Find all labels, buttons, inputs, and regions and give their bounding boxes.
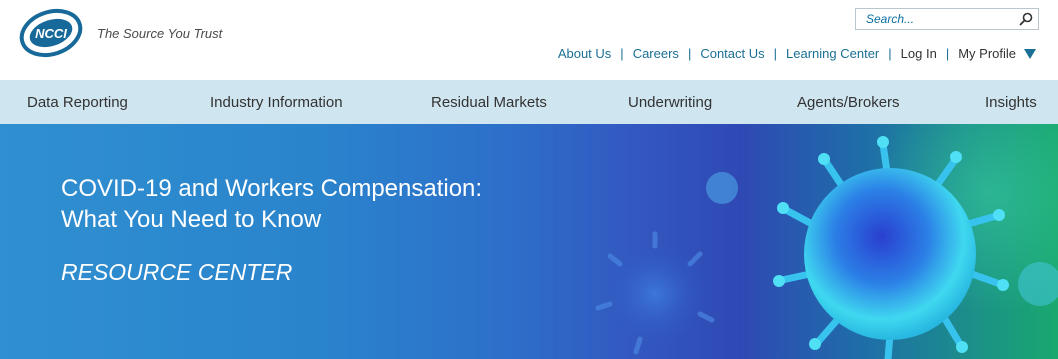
search-icon[interactable]: [1018, 11, 1034, 27]
nav-insights[interactable]: Insights: [985, 94, 1037, 111]
site-header: NCCI The Source You Trust About Us | Car…: [0, 0, 1058, 80]
link-careers[interactable]: Careers: [633, 46, 679, 61]
hero-subtitle: RESOURCE CENTER: [61, 259, 293, 285]
separator: |: [620, 46, 624, 61]
link-contact-us[interactable]: Contact Us: [700, 46, 764, 61]
separator: |: [888, 46, 892, 61]
search-input[interactable]: [856, 9, 1006, 29]
link-about-us[interactable]: About Us: [558, 46, 611, 61]
hero-title: COVID-19 and Workers Compensation: What …: [61, 173, 482, 235]
separator: |: [945, 46, 950, 61]
caret-down-icon[interactable]: [1024, 48, 1036, 59]
hero-title-line2: What You Need to Know: [61, 206, 322, 233]
nav-data-reporting[interactable]: Data Reporting: [27, 94, 128, 111]
utility-nav: About Us | Careers | Contact Us | Learni…: [558, 46, 1036, 61]
search-box: [855, 8, 1039, 30]
link-my-profile[interactable]: My Profile: [958, 46, 1016, 61]
virus-illustration: [595, 124, 1058, 359]
link-log-in[interactable]: Log In: [901, 46, 937, 61]
nav-agents-brokers[interactable]: Agents/Brokers: [797, 94, 900, 111]
hero-title-line1: COVID-19 and Workers Compensation:: [61, 175, 483, 202]
nav-underwriting[interactable]: Underwriting: [628, 94, 712, 111]
link-learning-center[interactable]: Learning Center: [786, 46, 879, 61]
hero-banner[interactable]: COVID-19 and Workers Compensation: What …: [0, 124, 1058, 359]
nav-residual-markets[interactable]: Residual Markets: [431, 94, 547, 111]
nav-industry-information[interactable]: Industry Information: [210, 94, 343, 111]
separator: |: [773, 46, 778, 61]
logo-text: NCCI: [35, 26, 67, 41]
tagline: The Source You Trust: [97, 26, 223, 41]
main-nav: Data Reporting Industry Information Resi…: [0, 80, 1058, 124]
separator: |: [687, 46, 692, 61]
ncci-logo[interactable]: NCCI: [18, 8, 84, 58]
